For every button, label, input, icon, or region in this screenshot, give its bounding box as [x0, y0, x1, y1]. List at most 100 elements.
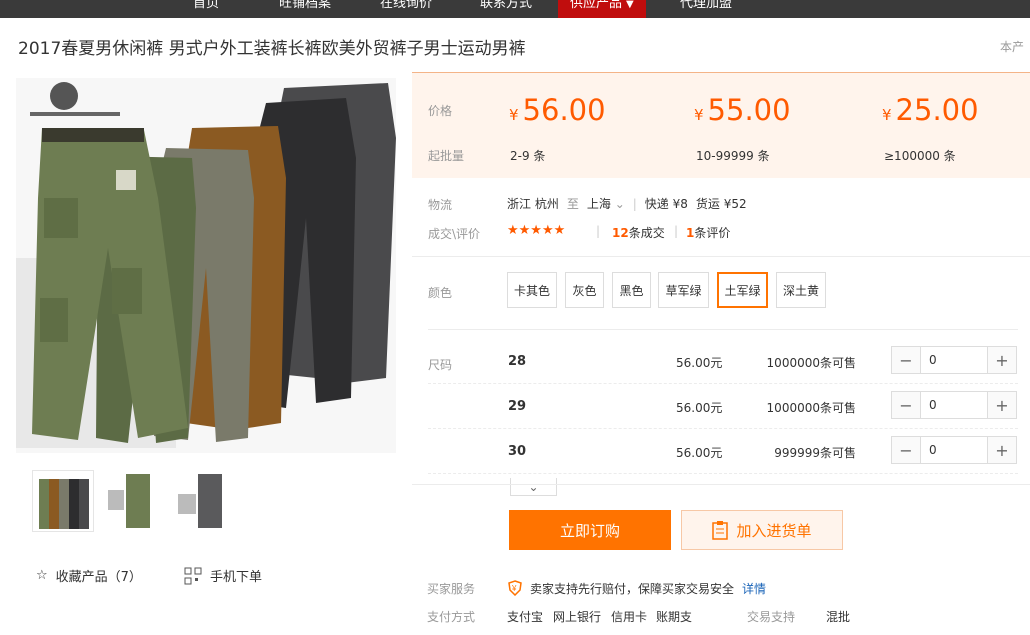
moq-tier-2: 10-99999 条: [696, 149, 770, 163]
add-to-cart-label: 加入进货单: [736, 521, 812, 540]
size-stock: 1000000条可售: [766, 356, 856, 370]
moq-tier-3: ≥100000 条: [884, 149, 956, 163]
to-word: 至: [566, 197, 579, 211]
chevron-down-icon: ⌄: [528, 479, 539, 494]
deal-count-value: 12: [612, 226, 629, 240]
ship-from: 浙江 杭州: [507, 197, 559, 211]
order-now-button[interactable]: 立即订购: [509, 510, 671, 550]
deals-label: 成交\评价: [428, 227, 481, 241]
divider: [412, 256, 1030, 257]
color-option-black[interactable]: 黑色: [612, 272, 651, 308]
plus-icon[interactable]: +: [988, 347, 1016, 373]
plus-icon[interactable]: +: [988, 392, 1016, 418]
divider-bar: |: [674, 224, 679, 238]
divider: [412, 484, 1030, 485]
expand-sizes-button[interactable]: ⌄: [510, 478, 557, 496]
size-row: 29 56.00元 1000000条可售 − 0 +: [428, 385, 1018, 429]
color-option-gray[interactable]: 灰色: [565, 272, 604, 308]
price-value: 25.00: [895, 93, 979, 127]
logistics-info: 浙江 杭州 至 上海 ⌄ | 快递 ¥8 货运 ¥52: [507, 195, 747, 212]
size-stock: 999999条可售: [774, 446, 856, 460]
thumbnail-1[interactable]: [32, 470, 94, 532]
ship-dest: 上海: [586, 197, 611, 211]
favorite-label: 收藏产品（7）: [55, 570, 142, 585]
price-tier-3: ¥25.00: [882, 93, 979, 127]
plus-icon[interactable]: +: [988, 437, 1016, 463]
minus-icon[interactable]: −: [892, 437, 920, 463]
service-label: 买家服务: [427, 582, 476, 596]
product-main-image[interactable]: [16, 78, 396, 453]
nav-products[interactable]: 供应产品 ▼: [558, 0, 646, 18]
currency-symbol: ¥: [694, 106, 704, 124]
logistics-label: 物流: [428, 198, 453, 212]
price-label: 价格: [428, 104, 453, 118]
moq-tier-1: 2-9 条: [510, 149, 546, 163]
size-name: 29: [508, 399, 527, 414]
divider-bar: |: [632, 196, 637, 211]
size-price: 56.00元: [676, 401, 723, 415]
shield-svg: ¥: [508, 580, 522, 597]
quantity-input[interactable]: 0: [920, 437, 988, 463]
nav-home[interactable]: 首页: [193, 0, 219, 18]
size-price: 56.00元: [676, 446, 723, 460]
mobile-order-button[interactable]: 手机下单: [184, 566, 262, 585]
cargo-pants-illustration: [16, 78, 396, 453]
size-name: 28: [508, 354, 527, 369]
thumbnail-1-image: [39, 479, 89, 529]
chevron-down-icon: ⌄: [614, 197, 625, 211]
price-value: 55.00: [707, 93, 791, 127]
mobile-order-label: 手机下单: [210, 570, 263, 585]
nav-inquiry[interactable]: 在线询价: [380, 0, 432, 18]
payment-label: 支付方式: [427, 610, 476, 624]
nav-contact[interactable]: 联系方式: [480, 0, 532, 18]
thumbnail-3-image: [178, 474, 222, 528]
color-option-grass-green[interactable]: 草军绿: [658, 272, 709, 308]
size-stock: 1000000条可售: [766, 401, 856, 415]
qrcode-icon: [184, 567, 202, 584]
thumbnail-2-image: [108, 474, 150, 528]
rating-stars: ★★★★★: [507, 223, 566, 238]
nav-shop-profile[interactable]: 旺铺档案: [279, 0, 331, 18]
color-option-khaki[interactable]: 卡其色: [507, 272, 557, 308]
price-value: 56.00: [522, 93, 606, 127]
divider-bar: |: [596, 224, 601, 238]
trade-support-value: 混批: [826, 610, 851, 624]
quantity-input[interactable]: 0: [920, 392, 988, 418]
svg-text:¥: ¥: [511, 584, 517, 593]
minus-icon[interactable]: −: [892, 347, 920, 373]
quantity-stepper: − 0 +: [891, 346, 1017, 374]
moq-label: 起批量: [428, 149, 465, 163]
freight-fee: 货运 ¥52: [695, 197, 747, 211]
deal-count[interactable]: 12条成交: [612, 224, 665, 241]
clipboard-icon: [712, 521, 729, 540]
payment-ebank: 网上银行: [553, 610, 602, 624]
nav-agency[interactable]: 代理加盟: [680, 0, 732, 18]
favorite-button[interactable]: ☆ 收藏产品（7）: [36, 566, 142, 585]
size-row: 28 56.00元 1000000条可售 − 0 +: [428, 340, 1018, 384]
quantity-stepper: − 0 +: [891, 391, 1017, 419]
star-outline-icon: ☆: [36, 568, 48, 583]
color-option-army-green[interactable]: 土军绿: [717, 272, 768, 308]
review-count[interactable]: 1条评价: [686, 224, 730, 241]
caret-down-icon: ▼: [626, 0, 634, 10]
price-tier-2: ¥55.00: [694, 93, 791, 127]
quantity-input[interactable]: 0: [920, 347, 988, 373]
top-nav: 首页 旺铺档案 在线询价 联系方式 供应产品 ▼ 代理加盟: [0, 0, 1030, 18]
payment-credit: 信用卡: [611, 610, 648, 624]
ship-dest-select[interactable]: 上海 ⌄: [587, 195, 625, 212]
thumbnail-3[interactable]: [174, 470, 236, 532]
color-option-dark-yellow[interactable]: 深土黄: [776, 272, 826, 308]
size-name: 30: [508, 444, 527, 459]
service-text: 卖家支持先行赔付，保障买家交易安全: [530, 582, 735, 596]
payment-alipay: 支付宝: [507, 610, 544, 624]
product-title: 2017春夏男休闲裤 男式户外工装裤长裤欧美外贸裤子男士运动男裤: [18, 39, 526, 59]
currency-symbol: ¥: [509, 106, 519, 124]
add-to-cart-button[interactable]: 加入进货单: [681, 510, 843, 550]
trade-support-label: 交易支持: [747, 610, 796, 624]
price-panel: 价格 起批量 ¥56.00 ¥55.00 ¥25.00 2-9 条 10-999…: [412, 72, 1030, 178]
currency-symbol: ¥: [882, 106, 892, 124]
service-detail-link[interactable]: 详情: [742, 580, 766, 597]
thumbnail-2[interactable]: [102, 470, 164, 532]
minus-icon[interactable]: −: [892, 392, 920, 418]
price-tier-1: ¥56.00: [509, 93, 606, 127]
